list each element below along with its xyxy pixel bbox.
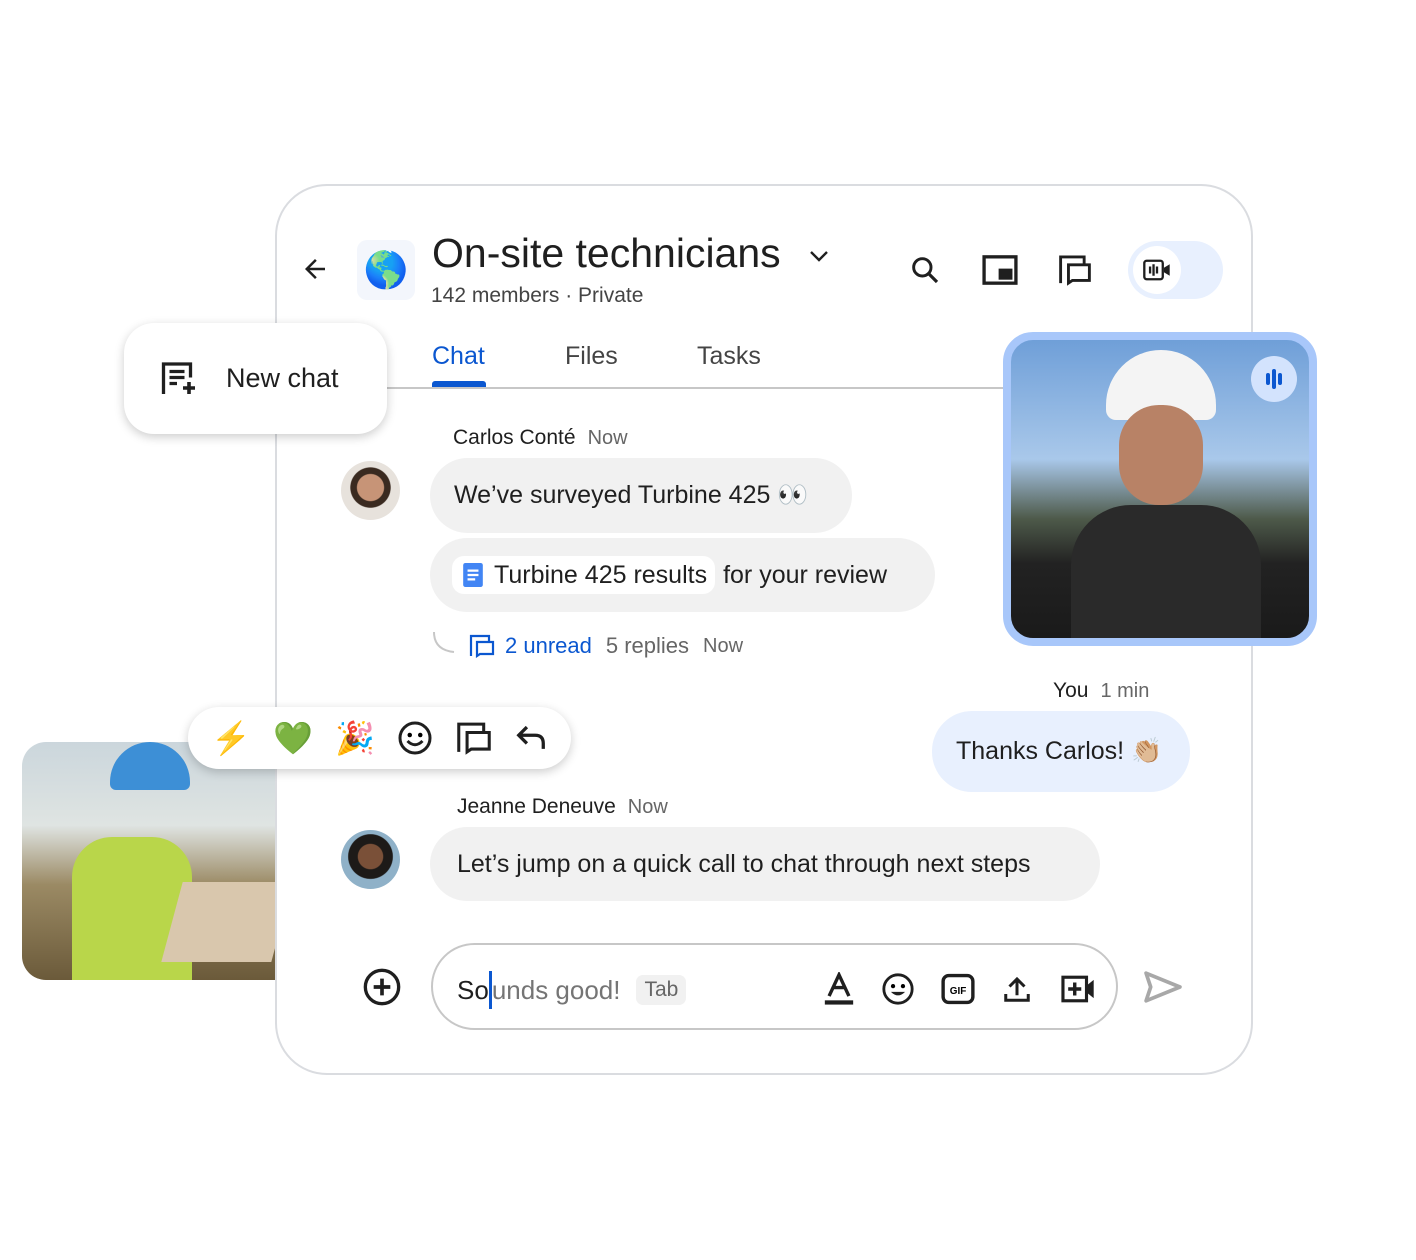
reaction-toolbar: ⚡ 💚 🎉 [188,707,571,769]
green-heart-reaction[interactable]: 💚 [273,719,313,757]
typed-text: So [457,974,489,1005]
speaking-indicator-icon [1251,356,1297,402]
hard-hat-image [110,742,190,790]
message-time: Now [587,427,628,449]
tab-files[interactable]: Files [565,342,618,371]
chevron-down-icon[interactable] [804,243,834,269]
arrow-back-icon[interactable] [298,252,332,286]
gif-icon[interactable]: GIF [938,969,978,1009]
docs-icon [463,563,483,587]
avatar-jeanne[interactable] [341,830,400,889]
tab-chat[interactable]: Chat [432,342,485,371]
doc-title: Turbine 425 results [494,560,708,589]
tab-tasks[interactable]: Tasks [697,342,761,371]
thread-summary[interactable]: 2 unread 5 replies Now [469,633,743,659]
new-chat-button[interactable]: New chat [124,323,387,434]
composer-text: So unds good! Tab [457,971,687,1009]
svg-text:GIF: GIF [950,986,967,997]
picture-in-picture-icon[interactable] [980,250,1020,290]
reply-in-thread-icon[interactable] [456,721,492,755]
message-bubble: We’ve surveyed Turbine 425 👀 [430,458,852,533]
add-video-meeting-icon[interactable] [1057,969,1099,1009]
avatar-carlos[interactable] [341,461,400,520]
search-icon[interactable] [905,250,945,290]
add-reaction-icon[interactable] [397,720,433,756]
own-message-bubble: Thanks Carlos! 👏🏼 [932,711,1190,792]
upload-icon[interactable] [997,969,1037,1009]
emoji-icon[interactable] [878,969,918,1009]
tabs-divider [387,387,1007,389]
threads-icon[interactable] [1055,250,1095,290]
doc-chip[interactable]: Turbine 425 results [452,556,716,594]
thread-replies: 5 replies [605,633,690,658]
lightning-reaction[interactable]: ⚡ [211,719,251,757]
new-chat-icon [161,361,195,394]
party-reaction[interactable]: 🎉 [335,719,375,757]
thread-time: Now [703,634,744,657]
call-toggle[interactable] [1128,241,1223,299]
space-subtitle: 142 members · Private [431,284,644,307]
laptop-image [161,882,275,962]
format-text-icon[interactable] [819,969,859,1009]
message-sender: You 1 min [1053,679,1150,702]
message-bubble: Let’s jump on a quick call to chat throu… [430,827,1100,901]
message-time: 1 min [1100,680,1150,702]
message-sender: Jeanne Deneuve Now [457,795,668,818]
face-image [1119,405,1203,505]
attachment-bubble: Turbine 425 results for your review [430,538,935,612]
video-call-icon [1133,246,1181,294]
add-attachment-icon[interactable] [360,965,404,1009]
new-chat-label: New chat [226,363,339,393]
quote-reply-icon[interactable] [514,723,548,753]
video-participant-tile[interactable] [1003,332,1317,646]
worker-photo [22,742,275,980]
thread-connector-icon [433,632,455,653]
message-input[interactable]: So unds good! Tab GIF [431,943,1118,1030]
smart-compose-suggestion: unds good! [491,974,621,1005]
message-time: Now [627,796,668,818]
send-icon[interactable] [1140,965,1186,1009]
body-image [1071,505,1261,638]
tab-hint: Tab [636,975,687,1005]
thread-unread[interactable]: 2 unread [505,633,592,659]
thread-icon [469,634,495,658]
message-sender: Carlos Conté Now [453,426,628,449]
space-title[interactable]: On-site technicians [432,230,781,277]
globe-icon: 🌎 [357,240,415,300]
attachment-caption: for your review [723,560,888,589]
